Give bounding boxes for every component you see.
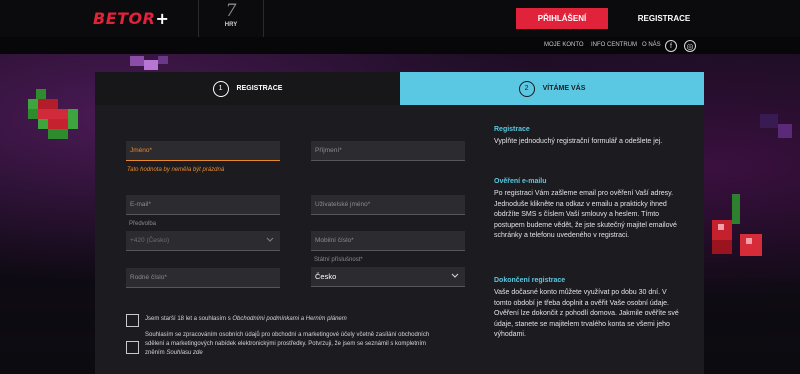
email-field[interactable]: E-mail* — [126, 195, 280, 215]
first-name-field[interactable]: Jméno* — [126, 141, 280, 161]
terms-link[interactable]: Obchodními podmínkami a Herním plánem — [232, 316, 346, 322]
info-title: Registrace — [494, 126, 530, 133]
step-number: 2 — [518, 80, 535, 97]
info-text: Vyplňte jednoduchý registrační formulář … — [494, 138, 663, 145]
prefix-label: Předvolba — [129, 221, 157, 227]
marketing-text: Souhlasím se zpracováním osobních údajů … — [145, 332, 430, 356]
tab-label: VÍTÁME VÁS — [542, 85, 586, 92]
nationality-label: Státní příslušnost* — [314, 257, 363, 263]
chevron-down-icon — [451, 273, 459, 278]
tab-welcome[interactable]: 2 VÍTÁME VÁS — [400, 72, 704, 105]
register-link[interactable]: REGISTRACE — [624, 8, 704, 29]
last-name-field[interactable]: Příjmení* — [311, 141, 465, 161]
tab-label: REGISTRACE — [236, 85, 283, 92]
facebook-icon[interactable]: f — [665, 40, 677, 52]
info-title: Ověření e-mailu — [494, 178, 547, 185]
first-name-error: Tato hodnota by neměla být prázdná — [127, 167, 225, 173]
games-label: HRY — [224, 22, 238, 28]
info-email-verification: Ověření e-mailu Po registraci Vám zašlem… — [494, 178, 684, 242]
info-text: Po registraci Vám zašleme email pro ověř… — [494, 190, 677, 239]
games-icon: 7 — [225, 1, 237, 21]
username-field[interactable]: Uživatelské jméno* — [311, 195, 465, 215]
nav-info-centre[interactable]: INFO CENTRUM — [591, 42, 637, 48]
cherries-decor — [712, 194, 762, 256]
info-complete-registration: Dokončení registrace Vaše dočasné konto … — [494, 277, 684, 341]
info-registration: Registrace Vyplňte jednoduchý registračn… — [494, 126, 684, 148]
nav-my-account[interactable]: MOJE KONTO — [544, 42, 584, 48]
marketing-checkbox[interactable] — [126, 341, 139, 354]
nationality-select[interactable]: Česko — [311, 267, 465, 287]
top-header: BETOR+ 7 HRY PŘIHLÁŠENÍ REGISTRACE — [0, 0, 800, 37]
terms-checkbox[interactable] — [126, 314, 139, 327]
step-number: 1 — [212, 80, 229, 97]
watermelon-decor — [28, 89, 78, 139]
nav-about-us[interactable]: O NÁS — [642, 42, 661, 48]
birth-number-field[interactable]: Rodné číslo* — [126, 268, 280, 288]
chevron-down-icon — [266, 237, 274, 242]
games-menu-button[interactable]: 7 HRY — [198, 0, 264, 37]
login-button[interactable]: PŘIHLÁŠENÍ — [516, 8, 608, 29]
info-text: Vaše dočasné konto můžete využívat po do… — [494, 289, 679, 338]
instagram-icon[interactable]: ◎ — [684, 40, 696, 52]
consent-link[interactable]: Souhlasu zde — [166, 350, 202, 356]
prefix-select[interactable]: +420 (Česko) — [126, 231, 280, 251]
betor-logo[interactable]: BETOR+ — [93, 9, 169, 28]
info-title: Dokončení registrace — [494, 277, 566, 284]
mobile-field[interactable]: Mobilní číslo* — [311, 231, 465, 251]
terms-text: Jsem starší 18 let a souhlasím s Obchodn… — [145, 316, 347, 322]
secondary-nav: MOJE KONTO INFO CENTRUM O NÁS f ◎ — [0, 37, 800, 54]
tab-registration[interactable]: 1 REGISTRACE — [95, 72, 400, 105]
